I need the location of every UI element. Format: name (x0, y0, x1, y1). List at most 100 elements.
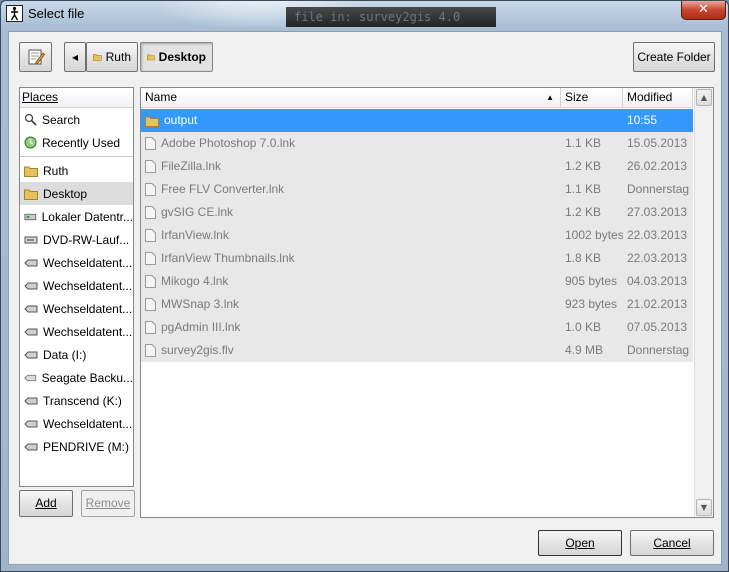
place-transcend[interactable]: Transcend (K:) (20, 389, 133, 412)
place-removable-1[interactable]: Wechseldatent... (20, 251, 133, 274)
table-row[interactable]: output 10:55 (141, 109, 693, 132)
scroll-up-icon[interactable]: ▲ (696, 89, 712, 106)
place-removable-5[interactable]: Wechseldatent... (20, 412, 133, 435)
file-modified: 21.02.2013 (623, 293, 693, 316)
file-size: 923 bytes (561, 293, 623, 316)
file-list: Name ▲ Size Modified output 10:55 Adobe … (140, 87, 714, 518)
file-size: 1.2 KB (561, 201, 623, 224)
removable-drive-icon (24, 420, 38, 427)
place-search[interactable]: Search (20, 108, 133, 131)
table-row[interactable]: IrfanView.lnk 1002 bytes 22.03.2013 (141, 224, 693, 247)
vertical-scrollbar[interactable]: ▲ ▼ (694, 88, 713, 517)
removable-drive-icon (24, 351, 38, 358)
table-row[interactable]: pgAdmin III.lnk 1.0 KB 07.05.2013 (141, 316, 693, 339)
table-row[interactable]: Mikogo 4.lnk 905 bytes 04.03.2013 (141, 270, 693, 293)
table-row[interactable]: gvSIG CE.lnk 1.2 KB 27.03.2013 (141, 201, 693, 224)
column-header-name[interactable]: Name ▲ (141, 88, 561, 108)
breadcrumb-label: Desktop (158, 50, 206, 64)
place-removable-3[interactable]: Wechseldatent... (20, 297, 133, 320)
breadcrumb-ruth[interactable]: Ruth (86, 42, 138, 72)
window-title: Select file (28, 6, 85, 21)
file-size: 1.8 KB (561, 247, 623, 270)
edit-location-button[interactable] (19, 42, 52, 72)
file-modified: 04.03.2013 (623, 270, 693, 293)
close-button[interactable]: ✕ (681, 1, 726, 20)
file-name: MWSnap 3.lnk (161, 297, 240, 311)
place-seagate[interactable]: Seagate Backu... (20, 366, 133, 389)
file-icon (145, 183, 156, 196)
file-modified: 22.03.2013 (623, 247, 693, 270)
dialog-client-area: ◂ Ruth Desktop Create Folder Places Sear… (8, 31, 722, 565)
remove-place-button[interactable]: Remove (81, 490, 135, 517)
place-data-i[interactable]: Data (I:) (20, 343, 133, 366)
folder-icon (147, 54, 155, 61)
place-pendrive[interactable]: PENDRIVE (M:) (20, 435, 133, 458)
file-name: survey2gis.flv (161, 343, 234, 357)
breadcrumb-desktop[interactable]: Desktop (140, 42, 213, 72)
removable-drive-icon (24, 259, 38, 266)
file-size (561, 109, 623, 132)
file-name: Free FLV Converter.lnk (161, 182, 285, 196)
removable-drive-icon (24, 443, 38, 450)
open-button[interactable]: Open (538, 530, 622, 556)
file-list-header: Name ▲ Size Modified (141, 88, 693, 108)
app-icon (6, 5, 23, 22)
places-header[interactable]: Places (20, 88, 133, 108)
table-row[interactable]: Adobe Photoshop 7.0.lnk 1.1 KB 15.05.201… (141, 132, 693, 155)
place-recently-used[interactable]: Recently Used (20, 131, 133, 154)
table-row[interactable]: Free FLV Converter.lnk 1.1 KB Donnerstag (141, 178, 693, 201)
table-row[interactable]: survey2gis.flv 4.9 MB Donnerstag (141, 339, 693, 362)
add-place-button[interactable]: Add (19, 490, 73, 517)
file-modified: 22.03.2013 (623, 224, 693, 247)
cancel-button[interactable]: Cancel (630, 530, 714, 556)
places-separator (20, 156, 133, 157)
file-name: Adobe Photoshop 7.0.lnk (161, 136, 296, 150)
select-file-dialog: file in: survey2gis 4.0 Select file ✕ ◂ … (0, 0, 729, 572)
column-header-modified[interactable]: Modified (623, 88, 693, 108)
chevron-left-icon: ◂ (71, 50, 79, 64)
file-name: IrfanView.lnk (161, 228, 229, 242)
place-removable-4[interactable]: Wechseldatent... (20, 320, 133, 343)
file-modified: Donnerstag (623, 339, 693, 362)
removable-drive-icon (24, 282, 38, 289)
column-header-size[interactable]: Size (561, 88, 623, 108)
place-dvd-drive[interactable]: DVD-RW-Lauf... (20, 228, 133, 251)
file-size: 4.9 MB (561, 339, 623, 362)
table-row[interactable]: FileZilla.lnk 1.2 KB 26.02.2013 (141, 155, 693, 178)
file-size: 1.0 KB (561, 316, 623, 339)
removable-drive-icon (24, 397, 38, 404)
create-folder-button[interactable]: Create Folder (633, 42, 715, 72)
table-row[interactable]: IrfanView Thumbnails.lnk 1.8 KB 22.03.20… (141, 247, 693, 270)
removable-drive-icon (24, 305, 38, 312)
breadcrumb-label: Ruth (105, 50, 131, 64)
file-modified: 15.05.2013 (623, 132, 693, 155)
folder-icon (24, 189, 38, 200)
file-size: 1.1 KB (561, 132, 623, 155)
file-icon (145, 298, 156, 311)
back-button[interactable]: ◂ (64, 42, 86, 72)
close-icon: ✕ (698, 2, 709, 17)
place-removable-2[interactable]: Wechseldatent... (20, 274, 133, 297)
place-desktop[interactable]: Desktop (20, 182, 133, 205)
file-icon (145, 275, 156, 288)
file-size: 1.2 KB (561, 155, 623, 178)
file-modified: Donnerstag (623, 178, 693, 201)
pencil-icon (28, 49, 45, 65)
place-local-drive[interactable]: Lokaler Datentr... (20, 205, 133, 228)
recent-icon (24, 136, 37, 149)
file-size: 1002 bytes (561, 224, 623, 247)
title-bar[interactable]: file in: survey2gis 4.0 Select file ✕ (1, 1, 728, 27)
file-icon (145, 229, 156, 242)
table-row[interactable]: MWSnap 3.lnk 923 bytes 21.02.2013 (141, 293, 693, 316)
file-size: 905 bytes (561, 270, 623, 293)
drive-icon (24, 213, 37, 220)
file-name: gvSIG CE.lnk (161, 205, 234, 219)
file-modified: 10:55 (623, 109, 693, 132)
folder-icon (24, 166, 38, 177)
file-name: output (164, 113, 198, 127)
file-name: Mikogo 4.lnk (161, 274, 229, 288)
file-icon (145, 252, 156, 265)
scroll-down-icon[interactable]: ▼ (696, 499, 712, 516)
place-ruth[interactable]: Ruth (20, 159, 133, 182)
file-rows: output 10:55 Adobe Photoshop 7.0.lnk 1.1… (141, 109, 693, 362)
